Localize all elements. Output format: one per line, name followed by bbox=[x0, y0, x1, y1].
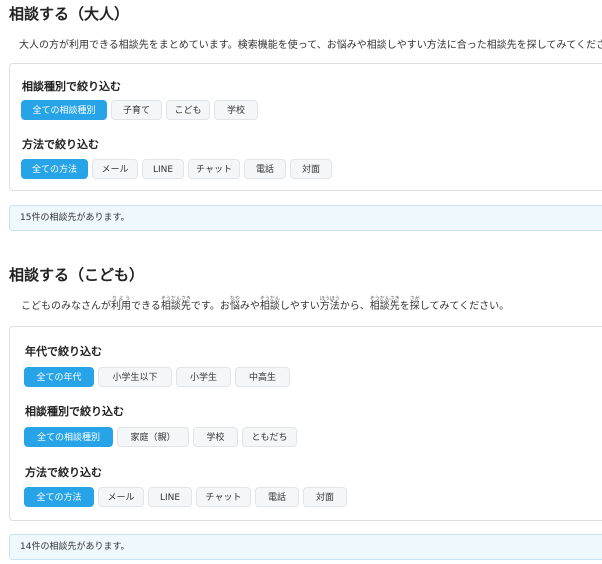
adult-method-chip-mail[interactable]: メール bbox=[92, 159, 138, 179]
child-method-chip-phone[interactable]: 電話 bbox=[255, 487, 299, 507]
adult-method-chip-phone[interactable]: 電話 bbox=[244, 159, 286, 179]
adult-method-chip-chat[interactable]: チャット bbox=[188, 159, 240, 179]
adult-type-chip-children[interactable]: こども bbox=[166, 100, 210, 120]
child-section-description: こどものみなさんが利用りようできる相談先そうだんさきです。お悩なやみや相談そうだ… bbox=[21, 296, 510, 312]
child-age-chip-below-elementary[interactable]: 小学生以下 bbox=[98, 367, 172, 387]
child-type-chip-all[interactable]: 全ての相談種別 bbox=[24, 427, 113, 447]
adult-method-chip-all[interactable]: 全ての方法 bbox=[21, 159, 88, 179]
child-type-chip-school[interactable]: 学校 bbox=[193, 427, 238, 447]
adult-section-description: 大人の方が利用できる相談先をまとめています。検索機能を使って、お悩みや相談しやす… bbox=[19, 40, 602, 51]
child-section-title: 相談する（こども） bbox=[9, 266, 145, 284]
adult-filter-panel: 相談種別で絞り込む 全ての相談種別 子育て こども 学校 方法で絞り込む 全ての… bbox=[9, 63, 602, 191]
child-method-chip-chat[interactable]: チャット bbox=[196, 487, 251, 507]
child-method-chip-mail[interactable]: メール bbox=[98, 487, 144, 507]
child-filter-age-label: 年代で絞り込む bbox=[25, 345, 102, 358]
child-method-chip-in-person[interactable]: 対面 bbox=[303, 487, 347, 507]
child-filter-panel: 年代で絞り込む 全ての年代 小学生以下 小学生 中高生 相談種別で絞り込む 全て… bbox=[9, 326, 602, 521]
child-filter-method-label: 方法で絞り込む bbox=[25, 466, 102, 479]
adult-filter-type-label: 相談種別で絞り込む bbox=[22, 80, 121, 93]
adult-type-chip-school[interactable]: 学校 bbox=[214, 100, 258, 120]
child-filter-type-label: 相談種別で絞り込む bbox=[25, 405, 124, 418]
child-type-chip-friends[interactable]: ともだち bbox=[242, 427, 297, 447]
child-method-chip-line[interactable]: LINE bbox=[148, 487, 192, 507]
adult-type-chip-childcare[interactable]: 子育て bbox=[111, 100, 162, 120]
adult-type-chip-all[interactable]: 全ての相談種別 bbox=[21, 100, 107, 120]
adult-filter-method-label: 方法で絞り込む bbox=[22, 138, 99, 151]
adult-result-count: 15件の相談先があります。 bbox=[9, 205, 602, 231]
adult-section-title: 相談する（大人） bbox=[9, 5, 130, 23]
child-type-chip-family[interactable]: 家庭（親） bbox=[117, 427, 189, 447]
adult-method-chip-line[interactable]: LINE bbox=[142, 159, 184, 179]
child-method-chip-all[interactable]: 全ての方法 bbox=[24, 487, 94, 507]
child-age-chip-elementary[interactable]: 小学生 bbox=[176, 367, 231, 387]
child-age-chip-all[interactable]: 全ての年代 bbox=[24, 367, 94, 387]
child-result-count: 14件の相談先があります。 bbox=[9, 534, 602, 560]
child-age-chip-middle-high[interactable]: 中高生 bbox=[235, 367, 290, 387]
adult-method-chip-in-person[interactable]: 対面 bbox=[290, 159, 332, 179]
